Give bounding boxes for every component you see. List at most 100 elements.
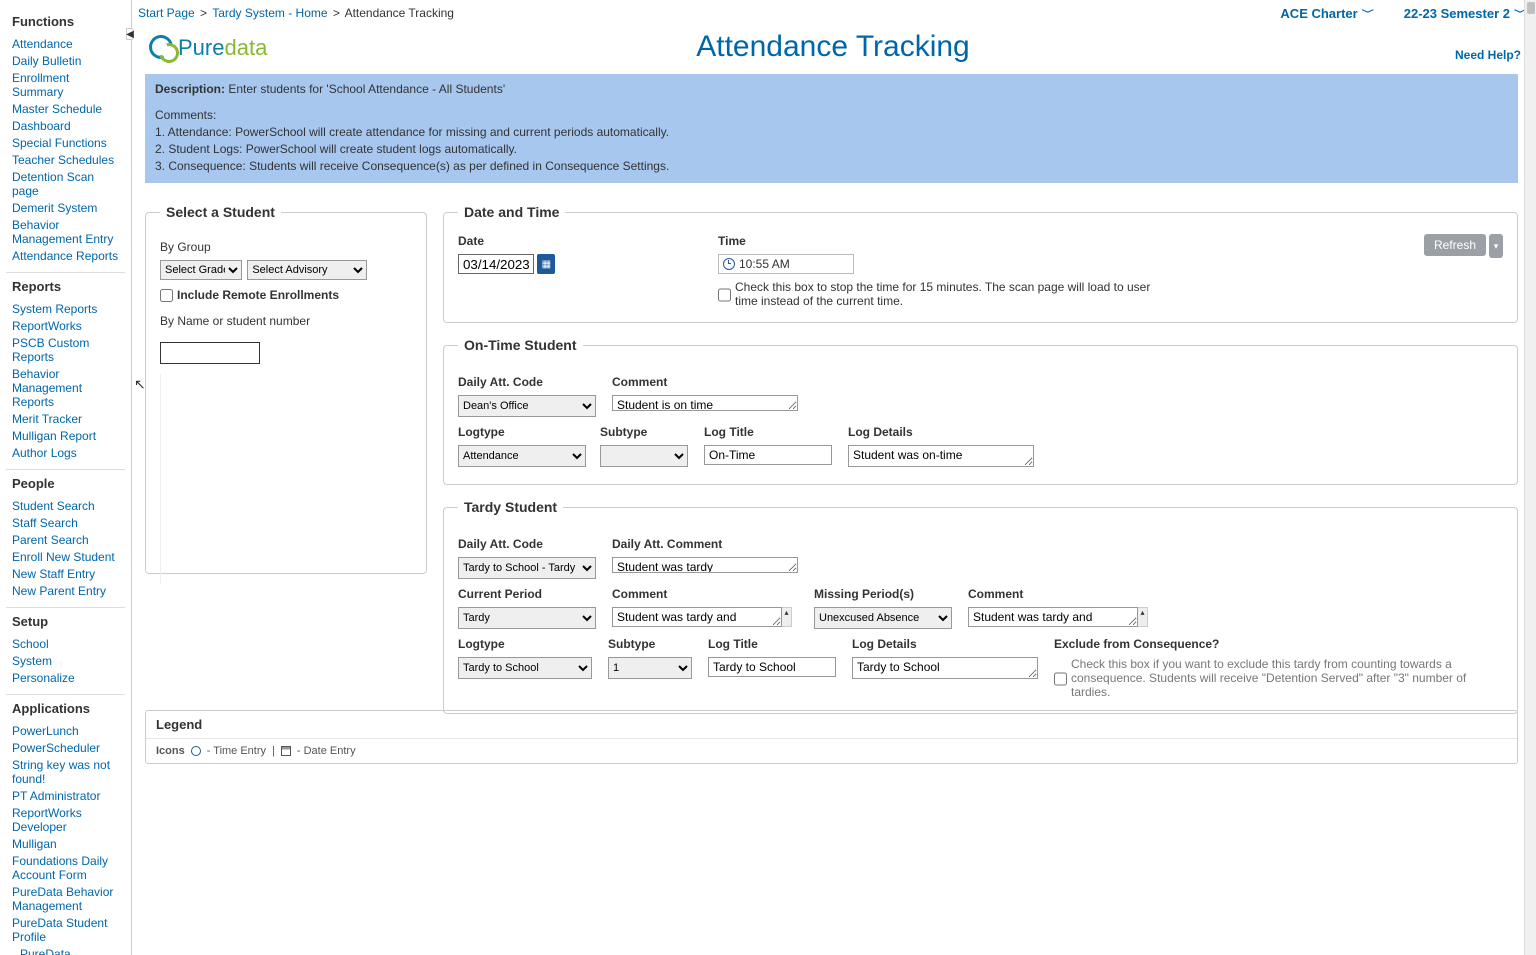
tardy-log-title-label: Log Title	[708, 637, 840, 651]
mouse-cursor-icon: ↖	[134, 376, 146, 393]
sidebar-item-teacher-schedules[interactable]: Teacher Schedules	[12, 153, 114, 167]
sidebar-item-school[interactable]: School	[12, 637, 49, 651]
scroll-up-icon[interactable]: ▴	[782, 607, 792, 627]
tardy-log-details-input[interactable]: Tardy to School	[852, 657, 1038, 679]
sidebar-item-puredata-behavior[interactable]: PureData Behavior Management	[12, 885, 113, 913]
refresh-dropdown[interactable]: ▾	[1489, 234, 1503, 258]
need-help-link[interactable]: Need Help?	[1455, 48, 1521, 62]
sidebar-item-mulligan-report[interactable]: Mulligan Report	[12, 429, 96, 443]
refresh-button[interactable]: Refresh	[1424, 234, 1486, 256]
sidebar-item-pscb[interactable]: PSCB Custom Reports	[12, 336, 89, 364]
school-selector[interactable]: ACE Charter﹀	[1280, 5, 1373, 22]
sidebar-item-author-logs[interactable]: Author Logs	[12, 446, 77, 460]
sidebar-list-applications: PowerLunch PowerScheduler String key was…	[6, 720, 125, 955]
sidebar-item-foundations-daily[interactable]: Foundations Daily Account Form	[12, 854, 108, 882]
advisory-select[interactable]: Select Advisory	[247, 260, 367, 280]
sidebar-item-powerlunch[interactable]: PowerLunch	[12, 724, 79, 738]
on-time-att-code-select[interactable]: Dean's Office	[458, 395, 596, 417]
sidebar-item-system[interactable]: System	[12, 654, 52, 668]
sidebar-item-merit-tracker[interactable]: Merit Tracker	[12, 412, 82, 426]
sidebar-item-mulligan[interactable]: Mulligan	[12, 837, 57, 851]
date-input[interactable]	[458, 254, 534, 274]
tardy-att-code-select[interactable]: Tardy to School - Tardy	[458, 557, 596, 579]
tardy-legend: Tardy Student	[458, 499, 563, 515]
breadcrumb-start-page[interactable]: Start Page	[138, 6, 195, 20]
sidebar-item-reportworks[interactable]: ReportWorks	[12, 319, 82, 333]
sidebar-item-daily-bulletin[interactable]: Daily Bulletin	[12, 54, 81, 68]
sidebar-item-behavior-entry[interactable]: Behavior Management Entry	[12, 218, 113, 246]
by-name-label: By Name or student number	[160, 314, 412, 328]
sidebar-item-new-parent-entry[interactable]: New Parent Entry	[12, 584, 106, 598]
exclude-description: Check this box if you want to exclude th…	[1071, 657, 1503, 699]
time-display[interactable]: 10:55 AM	[718, 254, 854, 274]
sidebar-item-behavior-reports[interactable]: Behavior Management Reports	[12, 367, 82, 409]
sidebar-item-puredata-student-profile[interactable]: PureData Student Profile	[12, 916, 107, 944]
sidebar-header-applications: Applications	[0, 695, 131, 720]
tardy-logtype-label: Logtype	[458, 637, 596, 651]
on-time-log-details-input[interactable]: Student was on-time	[848, 445, 1034, 467]
sidebar-item-demerit-system[interactable]: Demerit System	[12, 201, 97, 215]
sidebar-item-master-schedule[interactable]: Master Schedule	[12, 102, 102, 116]
subtype-label: Subtype	[600, 425, 692, 439]
breadcrumb-sep: >	[200, 6, 207, 20]
on-time-log-title-input[interactable]	[704, 445, 832, 465]
grade-select[interactable]: Select Grade	[160, 260, 242, 280]
include-remote-checkbox[interactable]	[160, 289, 173, 302]
scrollbar-thumb[interactable]	[1527, 2, 1535, 14]
sidebar-item-student-search[interactable]: Student Search	[12, 499, 95, 513]
on-time-comment-input[interactable]: Student is on time	[612, 395, 798, 411]
sidebar-item-new-staff-entry[interactable]: New Staff Entry	[12, 567, 95, 581]
exclude-consequence-checkbox[interactable]	[1054, 659, 1067, 699]
on-time-logtype-select[interactable]: Attendance	[458, 445, 586, 467]
sidebar-item-dashboard[interactable]: Dashboard	[12, 119, 71, 133]
clock-icon	[191, 746, 201, 756]
sidebar-item-reportworks-dev[interactable]: ReportWorks Developer	[12, 806, 82, 834]
sidebar-list-functions: Attendance Daily Bulletin Enrollment Sum…	[6, 33, 125, 273]
date-label: Date	[458, 234, 678, 248]
sidebar-item-system-reports[interactable]: System Reports	[12, 302, 97, 316]
sidebar: Functions Attendance Daily Bulletin Enro…	[0, 0, 132, 955]
sidebar-item-enrollment-summary[interactable]: Enrollment Summary	[12, 71, 69, 99]
sidebar-item-attendance[interactable]: Attendance	[12, 37, 73, 51]
current-period-select[interactable]: Tardy	[458, 607, 596, 629]
sidebar-collapse-handle[interactable]: ◀	[126, 28, 134, 40]
tardy-logtype-select[interactable]: Tardy to School	[458, 657, 592, 679]
log-title-label: Log Title	[704, 425, 836, 439]
tardy-daily-comment-input[interactable]: Student was tardy	[612, 557, 798, 573]
select-student-legend: Select a Student	[160, 204, 281, 220]
missing-period-select[interactable]: Unexcused Absence	[814, 607, 952, 629]
sidebar-item-attendance-reports[interactable]: Attendance Reports	[12, 249, 118, 263]
comment-line-1: 1. Attendance: PowerSchool will create a…	[155, 125, 1508, 139]
clock-icon	[723, 258, 735, 270]
sidebar-item-personalize[interactable]: Personalize	[12, 671, 75, 685]
tardy-log-details-label: Log Details	[852, 637, 1042, 651]
tardy-comment-input[interactable]: Student was tardy and entered the buildi…	[612, 607, 782, 627]
calendar-icon[interactable]: ▦	[537, 254, 555, 274]
tardy-log-title-input[interactable]	[708, 657, 836, 677]
stop-time-checkbox[interactable]	[718, 282, 731, 308]
sidebar-item-detention-scan[interactable]: Detention Scan page	[12, 170, 94, 198]
sidebar-item-special-functions[interactable]: Special Functions	[12, 136, 107, 150]
legend-separator: |	[272, 745, 275, 757]
on-time-subtype-select[interactable]	[600, 445, 688, 467]
description-label: Description:	[155, 82, 225, 96]
term-selector[interactable]: 22-23 Semester 2﹀	[1404, 5, 1526, 22]
sidebar-item-powerscheduler[interactable]: PowerScheduler	[12, 741, 100, 755]
tardy-subtype-select[interactable]: 1	[608, 657, 692, 679]
missing-comment-input[interactable]: Student was tardy and entered the buildi…	[968, 607, 1138, 627]
sidebar-item-puredata-attendance-scan[interactable]: PureData Attendance Scan Plugin	[20, 947, 111, 955]
sidebar-item-pt-admin[interactable]: PT Administrator	[12, 789, 100, 803]
scroll-up-icon[interactable]: ▴	[1138, 607, 1148, 627]
comments-label: Comments:	[155, 108, 1508, 122]
tardy-daily-att-label: Daily Att. Code	[458, 537, 600, 551]
sidebar-item-staff-search[interactable]: Staff Search	[12, 516, 78, 530]
select-student-panel: Select a Student By Group Select Grade S…	[145, 204, 427, 574]
sidebar-item-enroll-new-student[interactable]: Enroll New Student	[12, 550, 115, 564]
student-search-input[interactable]	[160, 342, 260, 364]
time-label: Time	[718, 234, 1384, 248]
vertical-scrollbar[interactable]	[1524, 0, 1536, 955]
sidebar-item-parent-search[interactable]: Parent Search	[12, 533, 89, 547]
sidebar-item-missing-string-key[interactable]: String key was not found!	[12, 758, 110, 786]
by-group-label: By Group	[160, 240, 412, 254]
breadcrumb-tardy-home[interactable]: Tardy System - Home	[212, 6, 327, 20]
